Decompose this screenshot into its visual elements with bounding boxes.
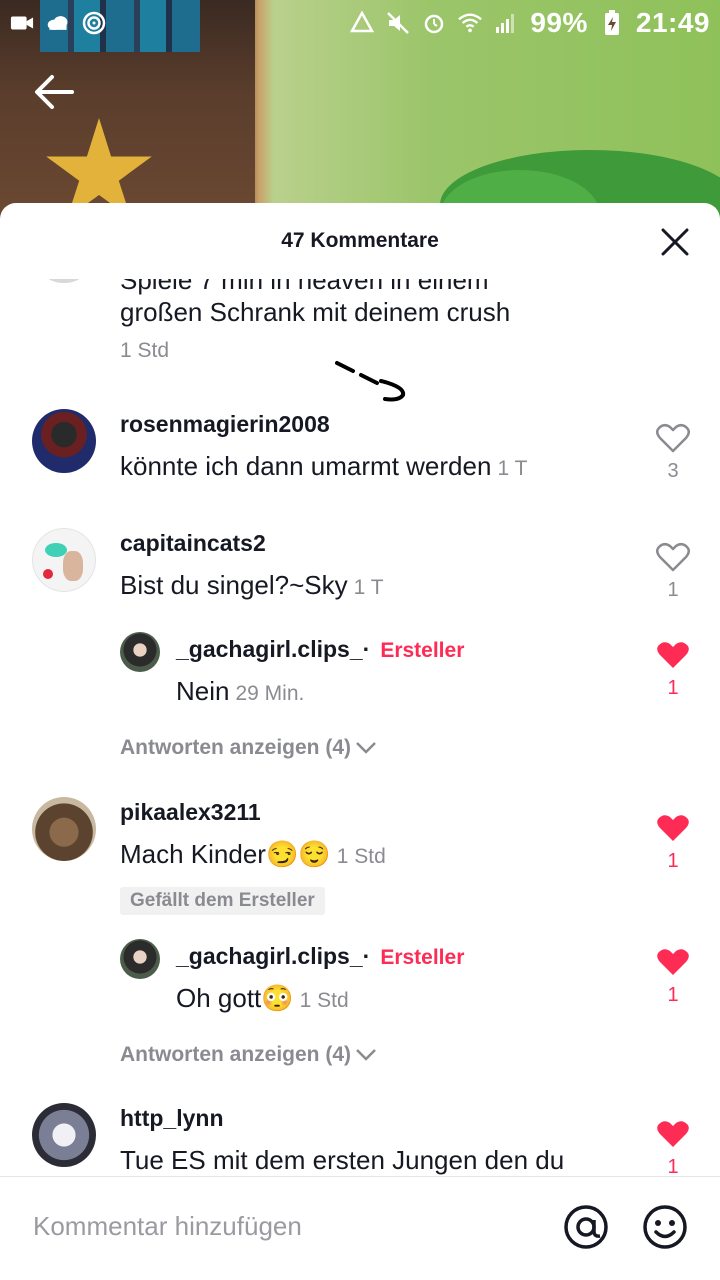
avatar[interactable] bbox=[32, 1103, 96, 1167]
avatar[interactable] bbox=[32, 279, 96, 283]
battery-percent: 99% bbox=[530, 7, 588, 38]
avatar[interactable] bbox=[32, 797, 96, 861]
comment-input[interactable]: Kommentar hinzufügen bbox=[33, 1211, 302, 1242]
comment-text-line1: Spiele 7 min in heaven in einem bbox=[120, 279, 489, 295]
clock: 21:49 bbox=[635, 7, 710, 38]
reply-text: Nein bbox=[176, 676, 230, 706]
like-count: 1 bbox=[667, 850, 679, 872]
heart-outline-icon bbox=[656, 543, 690, 572]
like-button[interactable]: 1 bbox=[656, 542, 690, 602]
reply-time: 1 Std bbox=[299, 989, 349, 1012]
like-button[interactable]: 3 bbox=[656, 423, 690, 483]
like-button[interactable]: 1 bbox=[656, 813, 690, 873]
view-replies-button[interactable]: Antworten anzeigen (4) bbox=[120, 736, 377, 760]
like-count: 3 bbox=[667, 460, 679, 482]
creator-tag: Ersteller bbox=[380, 946, 465, 969]
emoji-icon bbox=[643, 1205, 687, 1249]
avatar[interactable] bbox=[32, 528, 96, 592]
reply-like-button[interactable]: 1 bbox=[656, 640, 690, 700]
wifi-icon bbox=[458, 11, 483, 35]
chevron-down-icon bbox=[356, 1049, 376, 1061]
comment-body: Bist du singel?~Sky 1 T bbox=[120, 570, 384, 601]
avatar[interactable] bbox=[32, 409, 96, 473]
mention-button[interactable] bbox=[562, 1203, 610, 1251]
comment-item: rosenmagierin2008 könnte ich dann umarmt… bbox=[0, 407, 720, 507]
comments-count-title: 47 Kommentare bbox=[281, 229, 439, 252]
comment-text: Tue ES mit dem ersten Jungen den du bbox=[120, 1145, 565, 1175]
back-arrow-icon bbox=[35, 75, 74, 109]
reply-like-button[interactable]: 1 bbox=[656, 947, 690, 1007]
arrow-doodle bbox=[335, 361, 406, 402]
reply-avatar[interactable] bbox=[120, 632, 160, 672]
comment-list[interactable]: Spiele 7 min in heaven in einem großen S… bbox=[0, 279, 720, 1177]
emoji-button[interactable] bbox=[641, 1203, 689, 1251]
reply-header: _gachagirl.clips_· Ersteller bbox=[176, 943, 464, 970]
reply-username[interactable]: _gachagirl.clips_· bbox=[176, 636, 370, 662]
view-replies-label: Antworten anzeigen (4) bbox=[120, 1043, 352, 1066]
spiral-icon bbox=[82, 11, 106, 35]
like-button[interactable]: 1 bbox=[656, 1119, 690, 1177]
like-button[interactable]: 1 bbox=[656, 279, 690, 280]
reply-body: Nein 29 Min. bbox=[176, 676, 304, 707]
reply-text: Oh gott😳 bbox=[176, 983, 294, 1013]
like-count: 1 bbox=[656, 279, 690, 280]
comment-time: 1 T bbox=[497, 457, 528, 480]
sheet-header: 47 Kommentare bbox=[0, 203, 720, 279]
comment-body: Mach Kinder😏😌 1 Std bbox=[120, 839, 386, 870]
heart-outline-icon bbox=[656, 424, 690, 453]
comment-item: Spiele 7 min in heaven in einem großen S… bbox=[0, 279, 720, 369]
like-count: 1 bbox=[667, 1156, 679, 1177]
reply-header: _gachagirl.clips_· Ersteller bbox=[176, 636, 464, 663]
liked-by-creator-badge: Gefällt dem Ersteller bbox=[120, 887, 325, 915]
video-camera-icon bbox=[10, 11, 34, 35]
signal-icon bbox=[494, 11, 518, 35]
heart-filled-icon bbox=[657, 949, 689, 975]
comment-item: capitaincats2 Bist du singel?~Sky 1 T 1 _… bbox=[0, 526, 720, 766]
status-right: 99% 21:49 bbox=[350, 7, 710, 39]
comment-time: 1 T bbox=[353, 576, 384, 599]
view-replies-label: Antworten anzeigen (4) bbox=[120, 736, 352, 759]
comment-time: 1 Std bbox=[336, 845, 386, 868]
back-button[interactable] bbox=[30, 70, 78, 114]
mute-icon bbox=[386, 11, 410, 35]
comment-username[interactable]: capitaincats2 bbox=[120, 530, 266, 557]
battery-charging-icon bbox=[600, 10, 624, 35]
chevron-down-icon bbox=[356, 742, 376, 754]
comment-item: pikaalex3211 Mach Kinder😏😌 1 Std Gefällt … bbox=[0, 795, 720, 1067]
view-replies-button[interactable]: Antworten anzeigen (4) bbox=[120, 1043, 377, 1067]
reply-time: 29 Min. bbox=[235, 682, 305, 705]
comment-input-bar: Kommentar hinzufügen bbox=[0, 1176, 720, 1280]
recycle-icon bbox=[350, 11, 375, 35]
comment-text: Bist du singel?~Sky bbox=[120, 570, 348, 600]
alarm-icon bbox=[422, 11, 446, 35]
comment-text-line2: großen Schrank mit deinem crush bbox=[120, 297, 511, 327]
comment-username[interactable]: rosenmagierin2008 bbox=[120, 411, 330, 438]
comment-time: 1 Std bbox=[120, 339, 170, 362]
comment-username[interactable]: pikaalex3211 bbox=[120, 799, 261, 826]
comment-text: könnte ich dann umarmt werden bbox=[120, 451, 492, 481]
reply-avatar[interactable] bbox=[120, 939, 160, 979]
creator-tag: Ersteller bbox=[380, 639, 465, 662]
close-button[interactable] bbox=[660, 227, 690, 257]
heart-filled-icon bbox=[657, 642, 689, 668]
reply-username[interactable]: _gachagirl.clips_· bbox=[176, 943, 370, 969]
comment-meta: 1 Std bbox=[120, 339, 169, 363]
status-left bbox=[10, 11, 106, 35]
comment-item: http_lynn Tue ES mit dem ersten Jungen d… bbox=[0, 1101, 720, 1177]
reply-like-count: 1 bbox=[667, 984, 679, 1006]
heart-filled-icon bbox=[657, 815, 689, 841]
reply-like-count: 1 bbox=[667, 677, 679, 699]
comments-sheet: 47 Kommentare Spiele 7 min in heaven in … bbox=[0, 203, 720, 1280]
close-icon bbox=[661, 228, 689, 256]
at-icon bbox=[564, 1205, 608, 1249]
heart-filled-icon bbox=[657, 1121, 689, 1147]
comment-text: Mach Kinder😏😌 bbox=[120, 839, 331, 869]
comment-body: könnte ich dann umarmt werden 1 T bbox=[120, 451, 527, 482]
comment-username[interactable]: http_lynn bbox=[120, 1105, 224, 1132]
reply-body: Oh gott😳 1 Std bbox=[176, 983, 349, 1014]
like-count: 1 bbox=[667, 579, 679, 601]
status-bar: 99% 21:49 bbox=[0, 0, 720, 46]
cloud-icon bbox=[46, 11, 70, 35]
